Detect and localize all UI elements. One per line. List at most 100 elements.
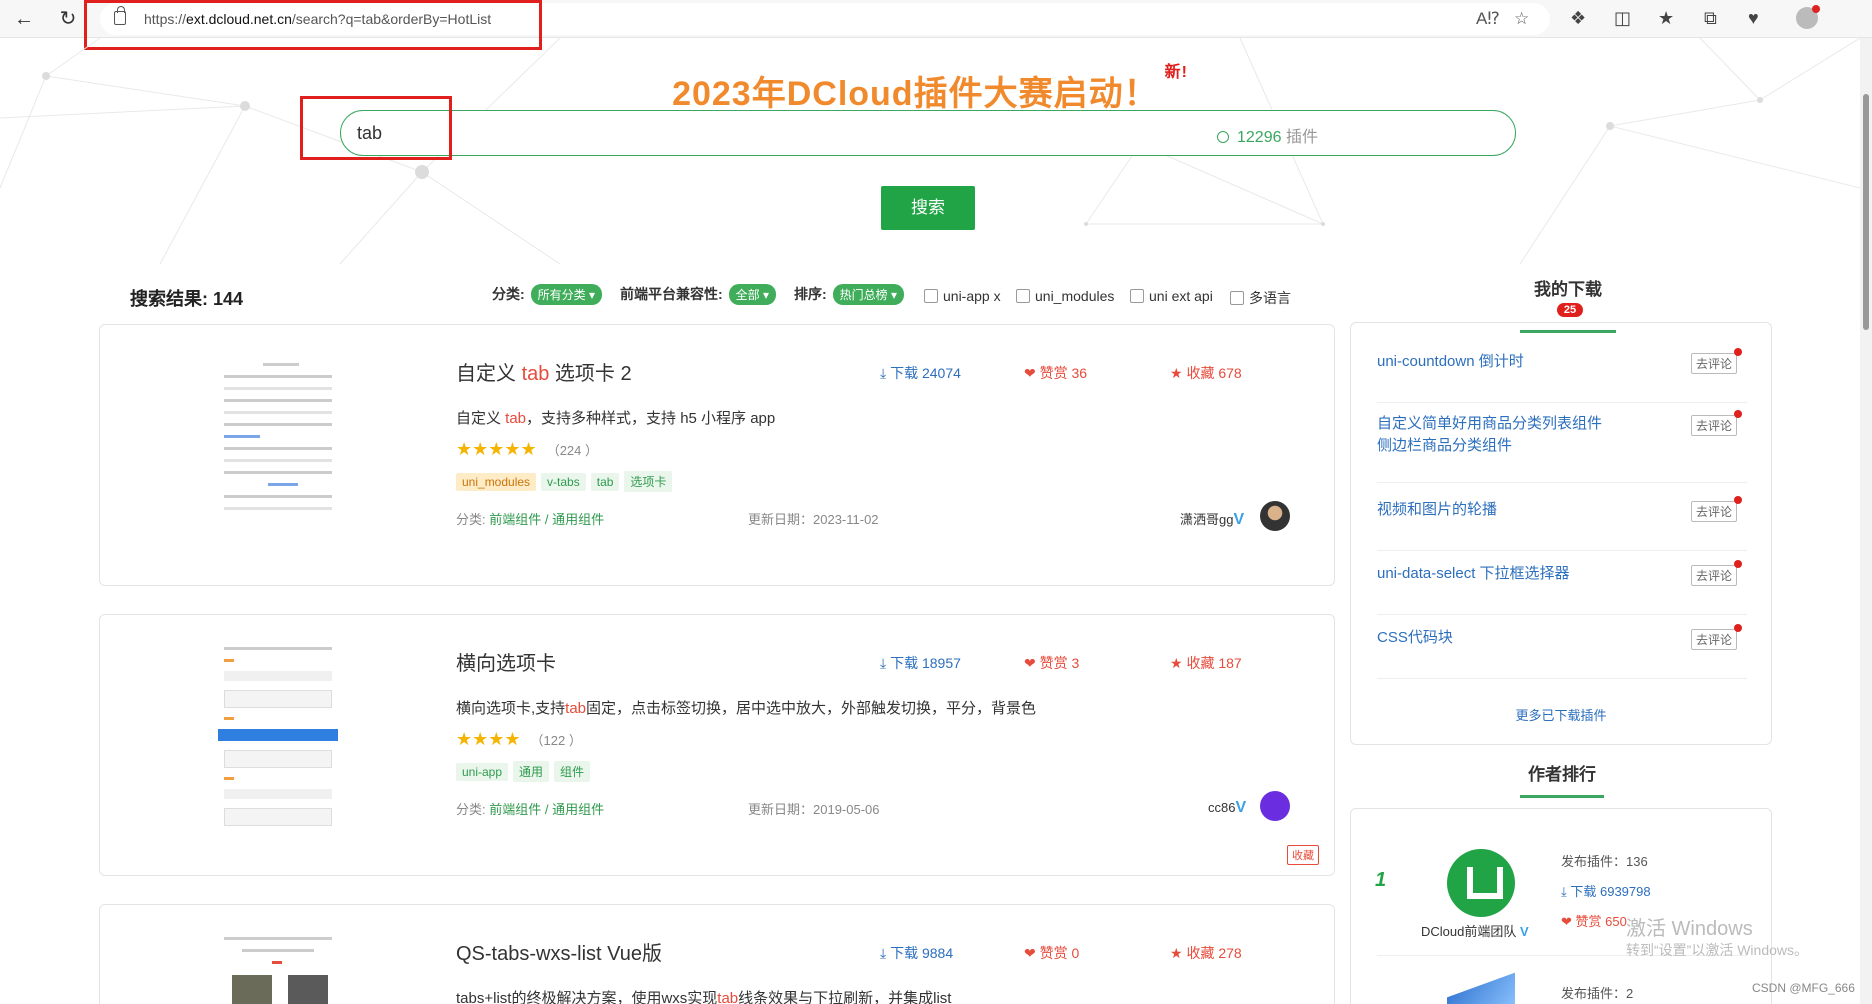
author-rank-title: 作者排行 — [1520, 760, 1604, 798]
review-count: （122 ） — [530, 733, 582, 748]
plugin-title[interactable]: 自定义 tab 选项卡 2 — [456, 357, 632, 386]
category-link[interactable]: 前端组件 / 通用组件 — [489, 512, 604, 527]
download-item-link[interactable]: uni-countdown 倒计时 — [1377, 351, 1617, 373]
download-item-link[interactable]: 视频和图片的轮播 — [1377, 499, 1617, 521]
plugin-card[interactable]: QS-tabs-wxs-list Vue版 ⤓ 下载 9884 ❤ 赞赏 0 ★… — [99, 904, 1335, 1004]
comment-button[interactable]: 去评论 — [1690, 624, 1743, 650]
tag[interactable]: 选项卡 — [624, 471, 673, 492]
author-rank-panel: 1 DCloud前端团队 V 发布插件：136 ⤓ 下载 6939798 ❤ 赞… — [1350, 808, 1772, 1004]
comment-button[interactable]: 去评论 — [1690, 410, 1743, 436]
plugin-card[interactable]: 横向选项卡 ⤓ 下载 18957 ❤ 赞赏 3 ★ 收藏 187 横向选项卡,支… — [99, 614, 1335, 876]
category-dropdown[interactable]: 所有分类 ▾ — [530, 284, 603, 305]
platform-dropdown[interactable]: 全部 ▾ — [728, 284, 777, 305]
checkbox-uni-ext-api[interactable]: uni ext api — [1130, 288, 1213, 304]
download-count: ⤓ 下载 18957 — [880, 655, 961, 671]
platform-filter[interactable]: 前端平台兼容性: 全部 ▾ — [620, 284, 777, 305]
reload-icon[interactable]: ↻ — [56, 8, 80, 30]
favorite-count: ★ 收藏 678 — [1170, 365, 1242, 381]
plugin-thumbnail[interactable] — [218, 635, 338, 835]
download-count-badge: 25 — [1556, 303, 1584, 317]
comment-button[interactable]: 去评论 — [1690, 496, 1743, 522]
tag[interactable]: uni_modules — [456, 473, 537, 491]
author-downloads: ⤓ 下载 6939798 — [1561, 884, 1651, 899]
rank-number: 1 — [1375, 869, 1387, 891]
collections-icon[interactable]: ⧉ — [1704, 8, 1717, 29]
tag-list: uni_modules v-tabs tab 选项卡 — [456, 471, 677, 492]
category-link[interactable]: 前端组件 / 通用组件 — [489, 802, 604, 817]
tag[interactable]: uni-app — [456, 763, 509, 781]
search-button[interactable]: 搜索 — [881, 186, 975, 230]
back-icon[interactable]: ← — [12, 8, 36, 30]
verified-icon: V — [1235, 799, 1247, 816]
plugin-description: 自定义 tab，支持多种样式，支持 h5 小程序 app — [456, 410, 776, 427]
tag[interactable]: 组件 — [554, 761, 591, 782]
author-logo[interactable] — [1447, 849, 1515, 917]
more-downloads-link[interactable]: 更多已下载插件 — [1351, 705, 1771, 724]
star-icon: ★ — [1170, 945, 1183, 961]
list-item[interactable]: 视频和图片的轮播 去评论 — [1377, 496, 1747, 551]
page-scrollbar[interactable] — [1860, 38, 1872, 1004]
plugin-title[interactable]: QS-tabs-wxs-list Vue版 — [456, 937, 662, 966]
health-icon[interactable]: ♥ — [1748, 8, 1759, 29]
favorite-star-icon[interactable]: ☆ — [1514, 9, 1529, 29]
heart-icon: ❤ — [1024, 655, 1036, 671]
plugin-description: tabs+list的终极解决方案，使用wxs实现tab线条效果与下拉刷新，并集成… — [456, 990, 952, 1004]
like-count: ❤ 赞赏 3 — [1024, 655, 1080, 671]
author-avatar[interactable] — [1260, 501, 1290, 531]
author-name[interactable]: cc86V — [1208, 799, 1246, 817]
list-item[interactable]: CSS代码块 去评论 — [1377, 624, 1747, 679]
checkbox-multilang[interactable]: 多语言 — [1230, 288, 1291, 308]
author-name[interactable]: DCloud前端团队 V — [1421, 921, 1529, 940]
plugin-thumbnail[interactable] — [218, 925, 338, 1004]
plugin-description: 横向选项卡,支持tab固定，点击标签切换，居中选中放大，外部触发切换，平分，背景… — [456, 700, 1037, 717]
list-item[interactable]: uni-data-select 下拉框选择器 去评论 — [1377, 560, 1747, 615]
new-badge: 新! — [1164, 63, 1188, 81]
search-input[interactable]: tab 12296 插件 — [340, 110, 1516, 156]
update-date: 更新日期：2019-05-06 — [748, 802, 880, 817]
author-logo[interactable] — [1447, 972, 1515, 1004]
download-item-link[interactable]: uni-data-select 下拉框选择器 — [1377, 563, 1617, 585]
download-item-link[interactable]: CSS代码块 — [1377, 627, 1617, 649]
comment-button[interactable]: 去评论 — [1690, 560, 1743, 586]
favorite-count: ★ 收藏 278 — [1170, 945, 1242, 961]
split-screen-icon[interactable]: ◫ — [1614, 8, 1631, 29]
plugin-category: 分类: 前端组件 / 通用组件 — [456, 512, 605, 527]
like-count: ❤ 赞赏 0 — [1024, 945, 1080, 961]
author-avatar[interactable] — [1260, 791, 1290, 821]
extensions-icon[interactable]: ❖ — [1570, 8, 1586, 29]
tag[interactable]: 通用 — [513, 761, 550, 782]
checkbox-uni-app-x[interactable]: uni-app x — [924, 288, 1001, 304]
plugin-category: 分类: 前端组件 / 通用组件 — [456, 802, 605, 817]
checkbox-uni-modules[interactable]: uni_modules — [1016, 288, 1114, 304]
contest-banner-title[interactable]: 2023年DCloud插件大赛启动！新! — [0, 63, 1860, 115]
profile-avatar[interactable] — [1796, 5, 1820, 29]
favorites-icon[interactable]: ★ — [1658, 8, 1674, 29]
scrollbar-thumb[interactable] — [1863, 94, 1869, 330]
comment-button[interactable]: 去评论 — [1690, 348, 1743, 374]
csdn-watermark: CSDN @MFG_666 — [1752, 981, 1855, 995]
result-count: 搜索结果: 144 — [130, 289, 244, 309]
heart-icon: ❤ — [1561, 914, 1572, 929]
tag[interactable]: v-tabs — [541, 473, 586, 491]
author-likes: ❤ 赞赏 650 — [1561, 914, 1627, 929]
list-item[interactable]: uni-countdown 倒计时 去评论 — [1377, 348, 1747, 403]
download-item-link[interactable]: 自定义简单好用商品分类列表组件 侧边栏商品分类组件 — [1377, 413, 1617, 457]
plugin-card[interactable]: 自定义 tab 选项卡 2 ⤓ 下载 24074 ❤ 赞赏 36 ★ 收藏 67… — [99, 324, 1335, 586]
category-filter[interactable]: 分类: 所有分类 ▾ — [492, 284, 603, 305]
tag[interactable]: tab — [590, 473, 620, 491]
read-aloud-icon[interactable]: A⁉ — [1476, 9, 1500, 29]
annotation-box-search — [300, 96, 452, 160]
favorite-button[interactable]: 收藏 — [1287, 845, 1319, 865]
published-count: 发布插件：2 — [1561, 986, 1634, 1001]
sort-dropdown[interactable]: 热门总榜 ▾ — [832, 284, 905, 305]
sort-filter[interactable]: 排序: 热门总榜 ▾ — [794, 284, 905, 305]
star-icon: ★ — [1170, 365, 1183, 381]
review-count: （224 ） — [546, 443, 598, 458]
plugin-title[interactable]: 横向选项卡 — [456, 647, 556, 676]
download-icon: ⤓ — [880, 365, 887, 381]
rating-stars: ★★★★ （122 ） — [456, 729, 582, 749]
search-icon — [1217, 131, 1229, 143]
author-name[interactable]: 潇洒哥ggV — [1180, 509, 1244, 529]
plugin-thumbnail[interactable] — [218, 345, 338, 545]
list-item[interactable]: 自定义简单好用商品分类列表组件 侧边栏商品分类组件 去评论 — [1377, 410, 1747, 483]
